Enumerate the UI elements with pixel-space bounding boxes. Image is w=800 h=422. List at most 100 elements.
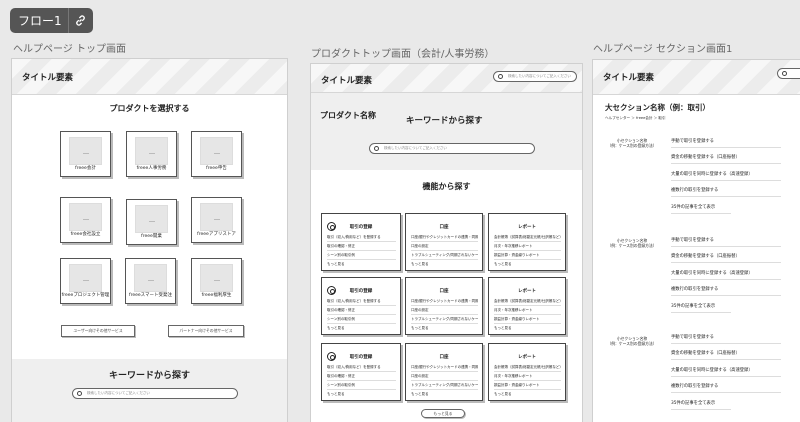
product-name: freeeアプリストア [197, 232, 236, 237]
article-link[interactable]: 複数行の取引を登録する [671, 184, 781, 197]
card-more-link[interactable]: もっと見る [411, 390, 478, 399]
product-card[interactable]: freeeスマート受発注 [125, 258, 176, 304]
breadcrumb[interactable]: ヘルプセンター ＞ freee会計 ＞ 取引 [605, 116, 666, 121]
function-card[interactable]: 取引の登録 取引（収入/費用など）を登録する 取引の確認・修正 シーン別の取引例 もっと… [321, 213, 401, 271]
frame-title-help-top: ヘルプページ トップ画面 [13, 44, 126, 55]
card-link[interactable]: シーン別の取引例 [327, 315, 396, 324]
card-link[interactable]: 会計帳簿（試算表/総勘定元帳/仕訳帳など） [494, 363, 561, 372]
card-link[interactable]: 口座/銀行やクレジットカードの連携・同期 [411, 363, 478, 372]
show-all-link[interactable]: 35件の記事を全て表示 [671, 300, 731, 313]
article-link[interactable]: 資金の移動を登録する（口座振替） [671, 347, 781, 360]
product-card[interactable]: freee開業 [126, 199, 177, 245]
article-link[interactable]: 大量の取引を同時に登録する（高速登録） [671, 168, 781, 181]
article-link[interactable]: 資金の移動を登録する（口座振替） [671, 250, 781, 263]
product-card[interactable]: freeeアプリストア [191, 197, 242, 243]
card-more-link[interactable]: もっと見る [494, 260, 561, 269]
help-section-frame: タイトル要素 大セクション名称（例：取引） ヘルプセンター ＞ freee会計 … [592, 59, 800, 422]
product-card[interactable]: freeeプロジェクト管理 [60, 258, 111, 304]
help-top-frame: タイトル要素 プロダクトを選択する freee会計 freee人事労務 free… [11, 58, 288, 422]
card-link[interactable]: 口座/銀行やクレジットカードの連携・同期 [411, 233, 478, 242]
product-name: freee申告 [206, 166, 227, 171]
article-link[interactable]: 大量の取引を同時に登録する（高速登録） [671, 267, 781, 280]
article-link[interactable]: 資金の移動を登録する（口座振替） [671, 151, 781, 164]
card-link[interactable]: 取引の確認・修正 [327, 242, 396, 251]
card-title: 口座 [439, 355, 449, 360]
card-title: 口座 [439, 225, 449, 230]
card-link[interactable]: 取引（収入/費用など）を登録する [327, 297, 396, 306]
flow-chip[interactable]: フロー1 [10, 8, 93, 33]
card-link[interactable]: 損益計算・資金繰りレポート [494, 315, 561, 324]
card-more-link[interactable]: もっと見る [327, 324, 396, 333]
card-link[interactable]: 月次・年次推移レポート [494, 372, 561, 381]
card-link[interactable]: 会計帳簿（試算表/総勘定元帳/仕訳帳など） [494, 233, 561, 242]
header-search-input[interactable] [777, 68, 800, 79]
card-link[interactable]: トラブルシューティング/同期されないケース [411, 381, 478, 390]
card-more-link[interactable]: もっと見る [327, 390, 396, 399]
function-card[interactable]: 口座口座/銀行やクレジットカードの連携・同期 口座の設定 トラブルシューティング/同… [405, 277, 483, 335]
product-name: freee人事労務 [136, 166, 167, 171]
card-title: 口座 [439, 289, 449, 294]
frame-title-product-top: プロダクトトップ画面（会計/人事労務） [311, 49, 495, 60]
card-link[interactable]: 会計帳簿（試算表/総勘定元帳/仕訳帳など） [494, 297, 561, 306]
function-card[interactable]: 取引の登録取引（収入/費用など）を登録する 取引の確認・修正 シーン別の取引例 もっと… [321, 343, 401, 401]
card-more-link[interactable]: もっと見る [411, 324, 478, 333]
function-card[interactable]: レポート 会計帳簿（試算表/総勘定元帳/仕訳帳など） 月次・年次推移レポート 損益計算… [488, 277, 566, 335]
article-link[interactable]: 複数行の取引を登録する [671, 283, 781, 296]
header-search-input[interactable]: 検索したい内容についてご記入ください [493, 71, 577, 82]
card-more-link[interactable]: もっと見る [411, 260, 478, 269]
card-link[interactable]: 口座の設定 [411, 306, 478, 315]
show-all-link[interactable]: 35件の記事を全て表示 [671, 201, 731, 214]
function-card[interactable]: レポート会計帳簿（試算表/総勘定元帳/仕訳帳など） 月次・年次推移レポート 損益計算… [488, 213, 566, 271]
card-link[interactable]: トラブルシューティング/同期されないケース [411, 315, 478, 324]
card-link[interactable]: 取引の確認・修正 [327, 372, 396, 381]
card-link[interactable]: 取引（収入/費用など）を登録する [327, 233, 396, 242]
card-link[interactable]: シーン別の取引例 [327, 381, 396, 390]
card-link[interactable]: 口座/銀行やクレジットカードの連携・同期 [411, 297, 478, 306]
function-card[interactable]: 取引の登録 取引（収入/費用など）を登録する 取引の確認・修正 シーン別の取引例 もっと… [321, 277, 401, 335]
card-link[interactable]: 取引（収入/費用など）を登録する [327, 363, 396, 372]
function-card[interactable]: 口座口座/銀行やクレジットカードの連携・同期 口座の設定 トラブルシューティング/同… [405, 343, 483, 401]
card-title: 取引の登録 [349, 355, 373, 360]
card-link[interactable]: 口座の設定 [411, 242, 478, 251]
card-link[interactable]: 口座の設定 [411, 372, 478, 381]
link-icon[interactable] [68, 8, 92, 33]
search-icon [782, 70, 787, 76]
card-link[interactable]: トラブルシューティング/同期されないケース [411, 251, 478, 260]
more-button[interactable]: もっと見る [421, 409, 465, 418]
card-link[interactable]: 月次・年次推移レポート [494, 242, 561, 251]
frame-title-help-section: ヘルプページ セクション画面1 [593, 44, 733, 55]
function-card[interactable]: レポート 会計帳簿（試算表/総勘定元帳/仕訳帳など） 月次・年次推移レポート 損益計算… [488, 343, 566, 401]
card-link[interactable]: 損益計算・資金繰りレポート [494, 251, 561, 260]
card-link[interactable]: 月次・年次推移レポート [494, 306, 561, 315]
product-card[interactable]: freee申告 [191, 131, 242, 177]
article-link[interactable]: 大量の取引を同時に登録する（高速登録） [671, 364, 781, 377]
header: タイトル要素 検索したい内容についてご記入ください [311, 64, 582, 93]
search-icon [77, 390, 82, 396]
partner-services-button[interactable]: パートナー向けその他サービス [168, 325, 244, 337]
image-placeholder-icon [200, 137, 233, 165]
article-link[interactable]: 手動で取引を登録する [671, 234, 781, 247]
search-placeholder: 検索したい内容についてご記入ください [508, 74, 571, 78]
card-title: レポート [518, 225, 536, 230]
card-link[interactable]: 損益計算・資金繰りレポート [494, 381, 561, 390]
product-card[interactable]: freee人事労務 [126, 131, 177, 177]
article-link[interactable]: 手動で取引を登録する [671, 331, 781, 344]
search-icon [498, 73, 503, 79]
card-link[interactable]: シーン別の取引例 [327, 251, 396, 260]
product-card[interactable]: freee会社設立 [60, 197, 111, 243]
keyword-heading: キーワードから探す [406, 116, 483, 126]
search-input[interactable]: 検索したい内容についてご記入ください [72, 388, 238, 399]
image-placeholder-icon [69, 264, 102, 292]
article-link[interactable]: 手動で取引を登録する [671, 135, 781, 148]
card-link[interactable]: 取引の確認・修正 [327, 306, 396, 315]
article-link[interactable]: 複数行の取引を登録する [671, 380, 781, 393]
search-input[interactable]: 検索したい内容についてご記入ください [369, 143, 535, 154]
card-more-link[interactable]: もっと見る [327, 260, 396, 269]
function-card[interactable]: 口座口座/銀行やクレジットカードの連携・同期 口座の設定 トラブルシューティング/同… [405, 213, 483, 271]
card-more-link[interactable]: もっと見る [494, 324, 561, 333]
show-all-link[interactable]: 35件の記事を全て表示 [671, 397, 731, 410]
product-card[interactable]: freee会計 [60, 131, 111, 177]
product-card[interactable]: freee福利厚生 [191, 258, 242, 304]
card-more-link[interactable]: もっと見る [494, 390, 561, 399]
user-services-button[interactable]: ユーザー向けその他サービス [61, 325, 135, 337]
